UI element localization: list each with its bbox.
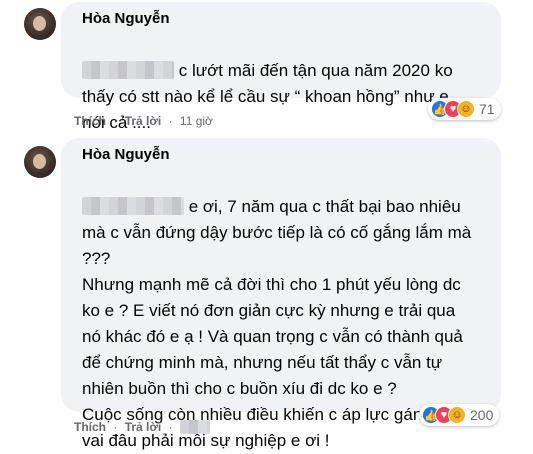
reaction-count: 71 (479, 101, 495, 117)
care-icon: ☺ (457, 100, 475, 118)
avatar[interactable] (24, 146, 56, 178)
redacted-text (82, 197, 184, 215)
comment-line: c lướt mãi đến tận qua năm 2020 ko (178, 61, 453, 80)
comment-actions: Thích · Trả lời · (74, 420, 214, 434)
reaction-count: 200 (470, 407, 494, 423)
comment-bubble: Hòa Nguyễn e ơi, 7 năm qua c thất bại ba… (61, 138, 501, 450)
redacted-time (179, 420, 210, 434)
comment-bubble: Hòa Nguyễn c lướt mãi đến tận qua năm 20… (61, 2, 501, 132)
comment-actions: Thích · Trả lời · 11 giờ (74, 114, 213, 128)
care-icon: ☺ (448, 406, 466, 424)
comment-author[interactable]: Hòa Nguyễn (82, 10, 170, 27)
avatar[interactable] (24, 8, 56, 40)
redacted-text (82, 61, 174, 79)
comment-body: mà c vẫn đứng dậy bước tiếp là có cố gắn… (82, 223, 472, 450)
like-link[interactable]: Thích (74, 420, 106, 434)
comment-line: e ơi, 7 năm qua c thất bại bao nhiêu (188, 197, 461, 216)
comment-time[interactable]: 11 giờ (180, 114, 213, 128)
like-link[interactable]: Thích (74, 114, 106, 128)
reaction-summary[interactable]: 👍 ♥ ☺ 71 (428, 98, 501, 120)
reply-link[interactable]: Trả lời (125, 114, 162, 128)
reply-link[interactable]: Trả lời (125, 420, 162, 434)
comment-author[interactable]: Hòa Nguyễn (82, 146, 170, 163)
reaction-summary[interactable]: 👍 ♥ ☺ 200 (419, 404, 500, 426)
